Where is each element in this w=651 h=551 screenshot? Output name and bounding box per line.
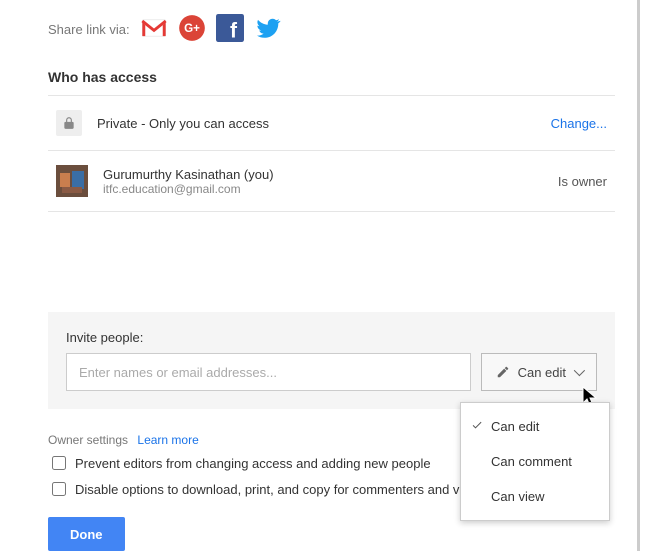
- disable-download-label: Disable options to download, print, and …: [75, 482, 462, 497]
- disable-download-checkbox[interactable]: [52, 482, 66, 496]
- invite-panel: Invite people: Can edit: [48, 312, 615, 409]
- owner-name: Gurumurthy Kasinathan (you): [103, 167, 274, 182]
- access-privacy-row: Private - Only you can access Change...: [48, 96, 615, 150]
- checkmark-icon: [471, 419, 483, 434]
- done-button[interactable]: Done: [48, 517, 125, 551]
- owner-role: Is owner: [558, 174, 607, 189]
- invite-label: Invite people:: [66, 330, 597, 345]
- permission-menu: Can edit Can comment Can view: [460, 402, 610, 521]
- owner-email: itfc.education@gmail.com: [103, 182, 274, 196]
- permission-dropdown-label: Can edit: [518, 365, 566, 380]
- svg-text:G+: G+: [184, 22, 200, 35]
- facebook-icon[interactable]: f: [216, 14, 244, 45]
- pencil-icon: [496, 365, 510, 379]
- gplus-icon[interactable]: G+: [178, 14, 206, 45]
- permission-dropdown[interactable]: Can edit: [481, 353, 597, 391]
- perm-option-can-view[interactable]: Can view: [461, 479, 609, 514]
- perm-option-can-comment[interactable]: Can comment: [461, 444, 609, 479]
- learn-more-link[interactable]: Learn more: [137, 433, 198, 447]
- privacy-text: Private - Only you can access: [97, 116, 269, 131]
- lock-icon: [56, 110, 82, 136]
- access-heading: Who has access: [48, 69, 615, 85]
- chevron-down-icon: [574, 365, 585, 376]
- owner-avatar: [56, 165, 88, 197]
- invite-input[interactable]: [66, 353, 471, 391]
- svg-text:f: f: [230, 19, 238, 42]
- prevent-editors-label: Prevent editors from changing access and…: [75, 456, 431, 471]
- share-row: Share link via: G+ f: [48, 10, 615, 59]
- prevent-editors-checkbox[interactable]: [52, 456, 66, 470]
- owner-settings-label: Owner settings: [48, 433, 128, 447]
- perm-option-can-edit[interactable]: Can edit: [461, 409, 609, 444]
- gmail-icon[interactable]: [140, 14, 168, 45]
- access-owner-row: Gurumurthy Kasinathan (you) itfc.educati…: [48, 150, 615, 211]
- twitter-icon[interactable]: [254, 14, 282, 45]
- share-label: Share link via:: [48, 22, 130, 37]
- change-link[interactable]: Change...: [551, 116, 607, 131]
